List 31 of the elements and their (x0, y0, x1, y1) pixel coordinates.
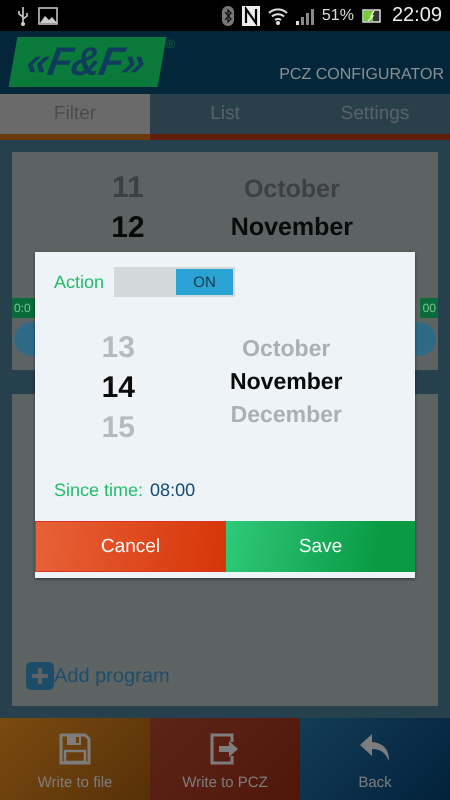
day-value[interactable]: 14 (102, 368, 135, 408)
usb-icon (16, 6, 30, 26)
wifi-icon (268, 6, 288, 24)
since-time-label: Since time: (54, 480, 144, 501)
image-icon (38, 6, 58, 24)
toggle-switch[interactable]: ON (114, 267, 236, 297)
save-button[interactable]: Save (226, 521, 415, 572)
month-value[interactable]: November (230, 210, 354, 244)
day-value[interactable]: 13 (102, 328, 135, 368)
month-value[interactable]: October (242, 332, 330, 365)
since-time-value[interactable]: 08:00 (150, 480, 196, 501)
month-value[interactable]: December (230, 398, 342, 431)
app-title: PCZ CONFIGURATOR (279, 66, 444, 84)
add-program-link[interactable]: Add program (54, 664, 170, 688)
clock: 22:09 (392, 4, 442, 27)
day-value[interactable]: 15 (102, 408, 135, 448)
signal-icon (296, 6, 314, 24)
toolbar-button[interactable]: Write to PCZ (150, 718, 300, 800)
nfc-icon (242, 6, 260, 26)
day-value[interactable]: 12 (111, 208, 145, 248)
cancel-button[interactable]: Cancel (35, 521, 226, 572)
battery-percent: 51% (322, 6, 354, 24)
logo: «F&F» (8, 37, 167, 87)
toolbar-button[interactable]: Write to file (0, 718, 150, 800)
bluetooth-icon (222, 6, 234, 26)
month-value[interactable]: November (230, 365, 342, 398)
toolbar-button[interactable]: Back (300, 718, 450, 800)
registered-mark: ® (166, 37, 176, 51)
battery-icon (362, 8, 382, 22)
end-time-label: 00 (420, 298, 438, 318)
action-label: Action (54, 272, 104, 292)
